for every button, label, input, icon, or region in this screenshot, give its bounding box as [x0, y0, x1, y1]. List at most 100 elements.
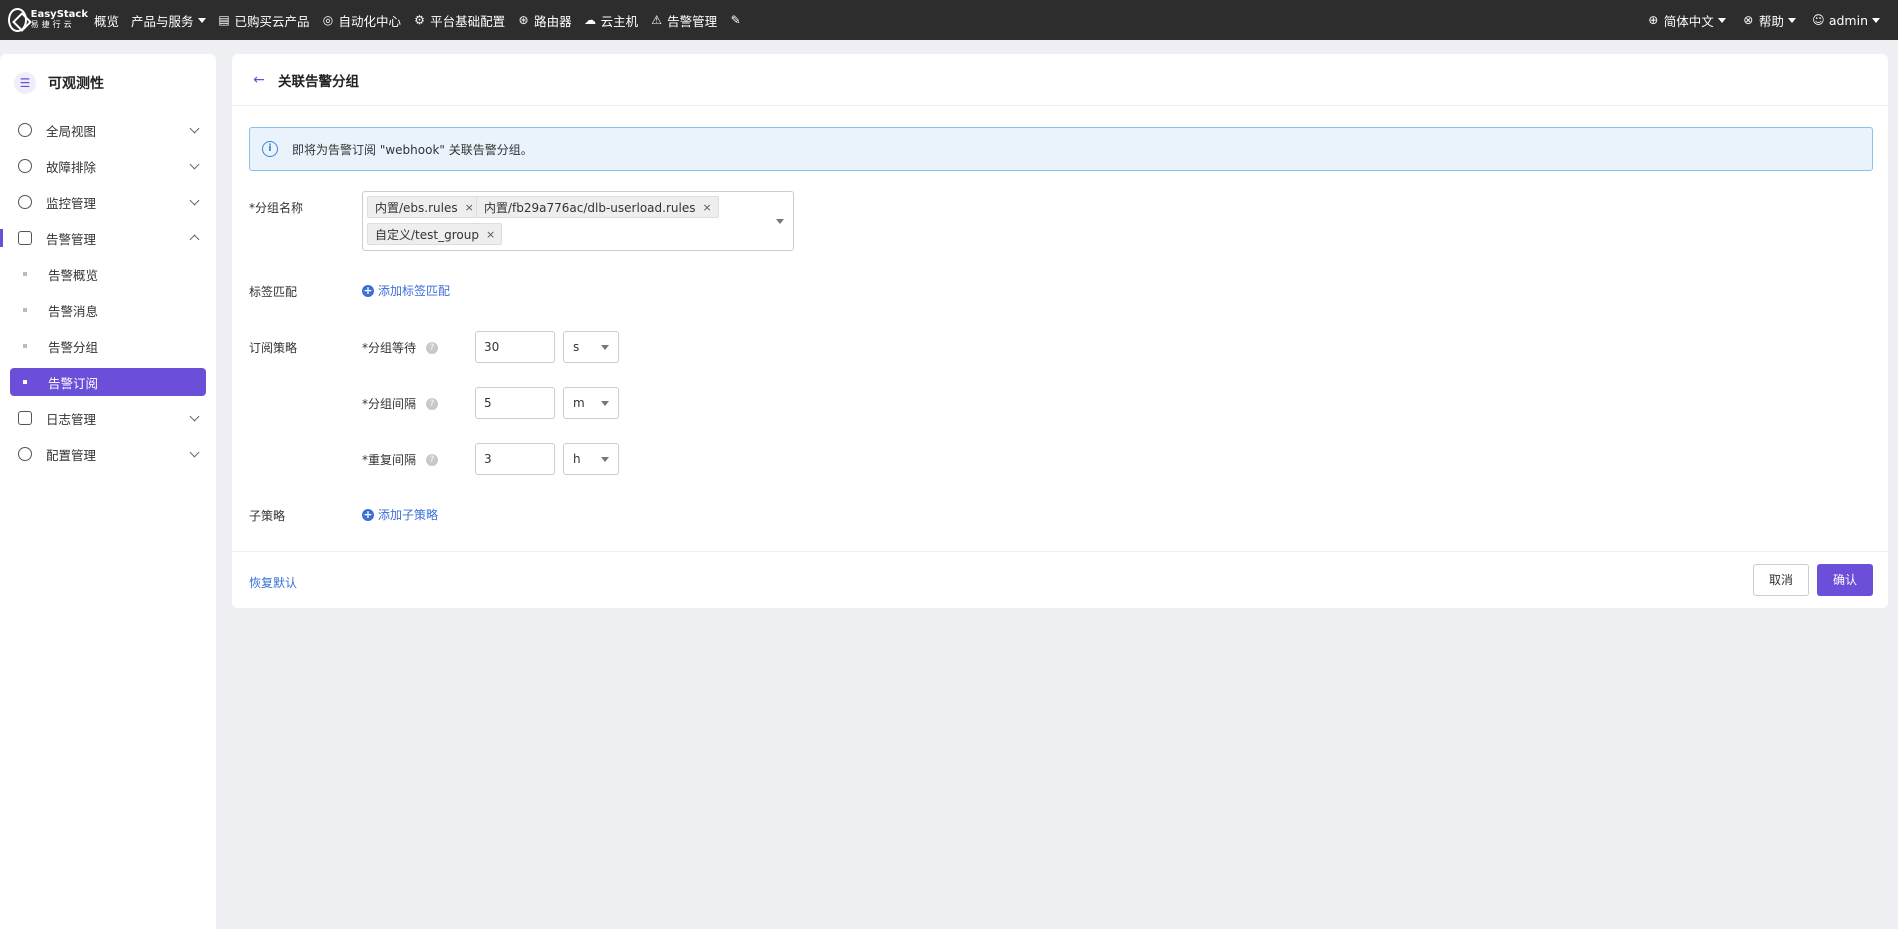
cancel-button[interactable]: 取消 — [1753, 564, 1809, 596]
nav-router[interactable]: ⊛ 路由器 — [511, 0, 578, 40]
group-wait-unit: s — [573, 340, 580, 354]
main-card: ← 关联告警分组 i 即将为告警订阅 "webhook" 关联告警分组。 *分组… — [232, 54, 1888, 608]
repeat-interval-label: *重复间隔? — [362, 451, 439, 468]
help-icon[interactable]: ? — [426, 397, 439, 410]
language-select[interactable]: ⊕ 简体中文 — [1639, 0, 1734, 40]
sidebar-item-config[interactable]: 配置管理 — [0, 436, 216, 472]
group-name-select[interactable]: 内置/ebs.rules × 内置/fb29a776ac/dlb-userload… — [362, 191, 794, 251]
group-interval-text: *分组间隔 — [362, 397, 417, 411]
chevron-down-icon — [1717, 17, 1726, 23]
tag-label: 内置/fb29a776ac/dlb-userload.rules — [484, 200, 696, 215]
label-match-label: 标签匹配 — [249, 285, 298, 299]
group-wait-text: *分组等待 — [362, 341, 417, 355]
repeat-interval-text: *重复间隔 — [362, 453, 417, 467]
group-interval-label: *分组间隔? — [362, 395, 439, 412]
group-wait-label: *分组等待? — [362, 339, 439, 356]
gear-icon: ⚙ — [414, 12, 425, 27]
chevron-down-icon — [189, 123, 200, 134]
sidebar-item-monitor[interactable]: 监控管理 — [0, 184, 216, 220]
chevron-up-icon — [189, 234, 200, 245]
sidebar-item-global-view[interactable]: 全局视图 — [0, 112, 216, 148]
repeat-interval-unit-select[interactable]: h — [563, 443, 619, 475]
sidebar-subitem-label: 告警订阅 — [48, 375, 99, 391]
tag-label: 自定义/test_group — [375, 227, 479, 242]
sidebar-item-label: 配置管理 — [46, 447, 97, 463]
nav-purchased[interactable]: ▤ 已购买云产品 — [212, 0, 316, 40]
troubleshoot-icon — [18, 159, 32, 173]
group-wait-unit-select[interactable]: s — [563, 331, 619, 363]
sidebar-subitem-alarm-messages[interactable]: 告警消息 — [0, 292, 216, 328]
top-navbar: EasyStack 易捷行云 概览 产品与服务 ▤ 已购买云产品 ◎ 自动化中心 ⚙… — [0, 0, 1898, 40]
dashboard-icon — [18, 123, 32, 137]
bullet-icon — [23, 344, 27, 348]
help-menu[interactable]: ⊗ 帮助 — [1734, 0, 1804, 40]
sidebar-subitem-alarm-overview[interactable]: 告警概览 — [0, 256, 216, 292]
sidebar-item-log[interactable]: 日志管理 — [0, 400, 216, 436]
nav-vm[interactable]: ☁ 云主机 — [578, 0, 645, 40]
chevron-down-icon — [1872, 17, 1880, 23]
chevron-down-icon — [601, 401, 609, 406]
sidebar-item-label: 故障排除 — [46, 159, 97, 175]
group-wait-input[interactable]: 30 — [475, 331, 555, 363]
user-label: admin — [1828, 12, 1868, 28]
help-icon[interactable]: ? — [426, 341, 439, 354]
user-menu[interactable]: ☺ admin — [1804, 0, 1888, 40]
pin-button[interactable]: ✎ — [723, 0, 752, 40]
brand-name-en: EasyStack — [30, 9, 88, 20]
nav-products-label: 产品与服务 — [131, 13, 194, 29]
sidebar-item-troubleshoot[interactable]: 故障排除 — [0, 148, 216, 184]
sidebar-subitem-alarm-subscription[interactable]: 告警订阅 — [10, 368, 206, 396]
alert-text: 即将为告警订阅 "webhook" 关联告警分组。 — [292, 142, 533, 157]
info-alert: i 即将为告警订阅 "webhook" 关联告警分组。 — [249, 127, 1873, 171]
sidebar-subitem-alarm-groups[interactable]: 告警分组 — [0, 328, 216, 364]
top-nav: 概览 产品与服务 ▤ 已购买云产品 ◎ 自动化中心 ⚙ 平台基础配置 ⊛ 路由器 ☁ 云主… — [88, 0, 752, 40]
restore-default-link[interactable]: 恢复默认 — [249, 574, 297, 591]
help-icon[interactable]: ? — [426, 453, 439, 466]
close-icon[interactable]: × — [486, 228, 495, 241]
close-icon[interactable]: × — [702, 201, 711, 214]
chevron-down-icon — [189, 159, 200, 170]
nav-platform-config[interactable]: ⚙ 平台基础配置 — [407, 0, 511, 40]
help-label: 帮助 — [1758, 13, 1784, 29]
language-label: 简体中文 — [1663, 13, 1714, 29]
back-arrow-icon[interactable]: ← — [250, 71, 268, 89]
sidebar-item-alarm[interactable]: 告警管理 — [0, 220, 216, 256]
card-header: ← 关联告警分组 — [232, 54, 1888, 106]
plus-circle-icon: + — [362, 507, 374, 521]
group-interval-input[interactable]: 5 — [475, 387, 555, 419]
chevron-down-icon — [189, 195, 200, 206]
confirm-button[interactable]: 确认 — [1817, 564, 1873, 596]
router-icon: ⊛ — [518, 12, 529, 27]
add-sub-policy-button[interactable]: + 添加子策略 — [362, 506, 438, 523]
brand-logo[interactable]: EasyStack 易捷行云 — [0, 0, 88, 40]
repeat-interval-input[interactable]: 3 — [475, 443, 555, 475]
chevron-down-icon — [189, 411, 200, 422]
brand-name-cn: 易捷行云 — [30, 20, 75, 29]
chevron-down-icon — [197, 17, 206, 23]
settings-icon — [18, 447, 32, 461]
nav-automation[interactable]: ◎ 自动化中心 — [316, 0, 408, 40]
selected-tag: 自定义/test_group × — [367, 223, 503, 245]
close-icon[interactable]: × — [465, 201, 474, 214]
group-interval-unit: m — [573, 396, 585, 410]
nav-platform-config-label: 平台基础配置 — [430, 13, 506, 29]
bullet-icon — [23, 308, 27, 312]
chevron-down-icon — [601, 345, 609, 350]
group-name-label: *分组名称 — [249, 201, 304, 215]
user-icon: ☺ — [1812, 12, 1825, 27]
chevron-down-icon — [189, 447, 200, 458]
nav-alarm[interactable]: ⚠ 告警管理 — [644, 0, 723, 40]
sidebar-subitem-label: 告警分组 — [48, 339, 99, 355]
sidebar-item-label: 告警管理 — [46, 231, 97, 247]
page-title: 关联告警分组 — [278, 73, 359, 90]
nav-overview[interactable]: 概览 — [88, 0, 125, 40]
menu-icon[interactable]: ☰ — [14, 72, 36, 94]
sidebar-header: ☰ 可观测性 — [0, 54, 216, 112]
sidebar-item-label: 监控管理 — [46, 195, 97, 211]
group-interval-unit-select[interactable]: m — [563, 387, 619, 419]
add-label-match-button[interactable]: + 添加标签匹配 — [362, 282, 450, 299]
add-sub-policy-label: 添加子策略 — [378, 508, 439, 522]
nav-vm-label: 云主机 — [600, 13, 639, 29]
nav-router-label: 路由器 — [534, 13, 572, 29]
nav-products[interactable]: 产品与服务 — [125, 0, 212, 40]
